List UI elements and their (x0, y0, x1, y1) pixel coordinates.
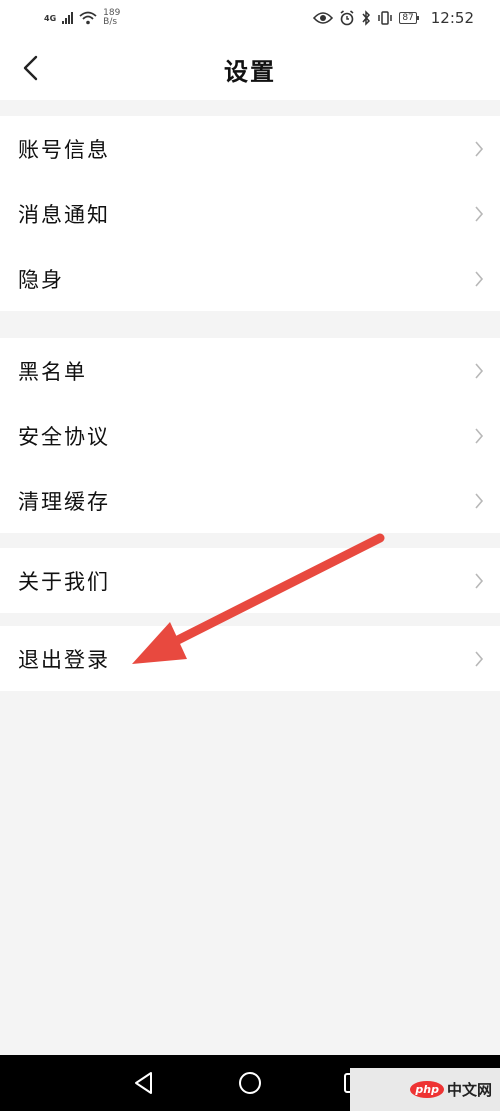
chevron-right-icon (475, 651, 484, 667)
settings-item-label: 清理缓存 (18, 489, 110, 514)
settings-item-label: 退出登录 (18, 647, 110, 672)
battery-level: 87 (402, 13, 414, 23)
watermark: php 中文网 (350, 1068, 500, 1111)
signal-icon (62, 12, 74, 24)
clock: 12:52 (430, 9, 474, 27)
settings-item-account-info[interactable]: 账号信息 (0, 116, 500, 181)
status-right: 87 12:52 (313, 9, 474, 27)
bluetooth-icon (362, 10, 371, 26)
chevron-right-icon (475, 206, 484, 222)
chevron-right-icon (475, 271, 484, 287)
chevron-right-icon (475, 573, 484, 589)
settings-item-clear-cache[interactable]: 清理缓存 (0, 468, 500, 533)
chevron-right-icon (475, 493, 484, 509)
wifi-icon (79, 11, 97, 25)
watermark-logo: php (410, 1081, 444, 1098)
settings-item-label: 消息通知 (18, 202, 110, 227)
settings-item-label: 账号信息 (18, 137, 110, 162)
settings-group-about: 关于我们 (0, 548, 500, 613)
settings-item-label: 安全协议 (18, 424, 110, 449)
title-bar: 设置 (0, 36, 500, 100)
watermark-text: 中文网 (446, 1081, 492, 1099)
settings-item-about-us[interactable]: 关于我们 (0, 548, 500, 613)
settings-item-security-agreement[interactable]: 安全协议 (0, 403, 500, 468)
settings-item-invisible[interactable]: 隐身 (0, 246, 500, 311)
settings-item-blacklist[interactable]: 黑名单 (0, 338, 500, 403)
network-speed: 189 B/s (103, 9, 120, 27)
settings-item-notifications[interactable]: 消息通知 (0, 181, 500, 246)
eye-icon (313, 12, 334, 24)
chevron-right-icon (475, 363, 484, 379)
chevron-right-icon (475, 141, 484, 157)
settings-group-logout: 退出登录 (0, 626, 500, 691)
settings-item-label: 隐身 (18, 267, 64, 292)
status-left: 4G 189 B/s (44, 9, 120, 27)
nav-back-icon[interactable] (130, 1069, 158, 1097)
settings-item-label: 关于我们 (18, 569, 110, 594)
alarm-icon (340, 10, 354, 26)
network-speed-unit: B/s (103, 17, 118, 27)
settings-group-account: 账号信息 消息通知 隐身 (0, 116, 500, 311)
vibrate-icon (378, 11, 393, 25)
network-type: 4G (44, 13, 57, 23)
nav-home-icon[interactable] (236, 1069, 264, 1097)
settings-item-logout[interactable]: 退出登录 (0, 626, 500, 691)
battery-icon: 87 (399, 12, 420, 24)
chevron-right-icon (475, 428, 484, 444)
page-title: 设置 (224, 58, 276, 86)
settings-group-privacy: 黑名单 安全协议 清理缓存 (0, 338, 500, 533)
settings-item-label: 黑名单 (18, 359, 87, 384)
status-bar: 4G 189 B/s 87 12:52 (0, 0, 500, 36)
